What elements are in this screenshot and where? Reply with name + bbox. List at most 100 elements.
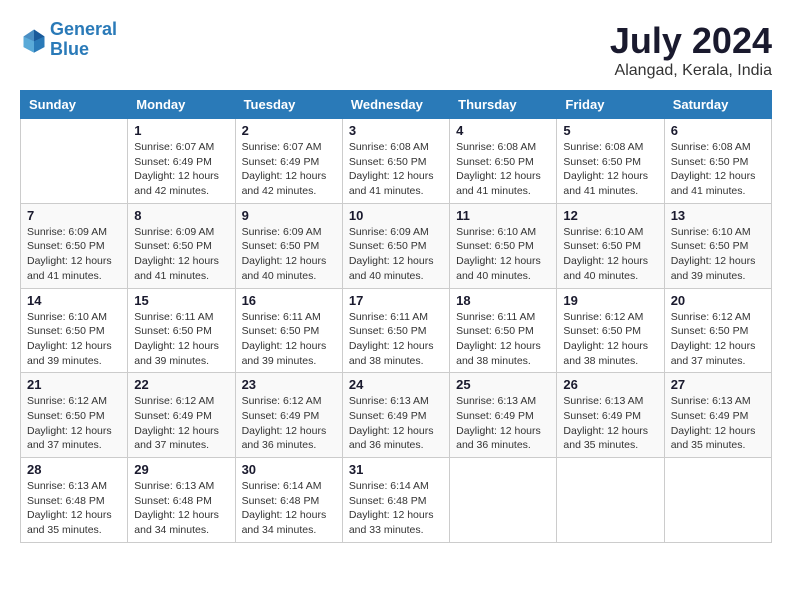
title-area: July 2024 Alangad, Kerala, India [610, 20, 772, 80]
day-header-wednesday: Wednesday [342, 91, 449, 119]
week-row-5: 28 Sunrise: 6:13 AMSunset: 6:48 PMDayligh… [21, 458, 772, 543]
week-row-3: 14Sunrise: 6:10 AMSunset: 6:50 PMDayligh… [21, 288, 772, 373]
day-number: 25 [456, 377, 550, 392]
day-number: 21 [27, 377, 121, 392]
day-number: 1 [134, 123, 228, 138]
cell-1-2: 1 Sunrise: 6:07 AMSunset: 6:49 PMDaylight… [128, 119, 235, 204]
day-header-monday: Monday [128, 91, 235, 119]
week-row-4: 21 Sunrise: 6:12 AMSunset: 6:50 PMDayligh… [21, 373, 772, 458]
day-number: 29 [134, 462, 228, 477]
cell-4-1: 21 Sunrise: 6:12 AMSunset: 6:50 PMDayligh… [21, 373, 128, 458]
cell-info: Sunrise: 6:13 AMSunset: 6:48 PMDaylight:… [134, 479, 228, 538]
calendar-table: SundayMondayTuesdayWednesdayThursdayFrid… [20, 90, 772, 543]
cell-info: Sunrise: 6:12 AMSunset: 6:50 PMDaylight:… [563, 310, 657, 369]
day-number: 22 [134, 377, 228, 392]
cell-info: Sunrise: 6:12 AMSunset: 6:50 PMDaylight:… [27, 394, 121, 453]
cell-info: Sunrise: 6:13 AMSunset: 6:49 PMDaylight:… [456, 394, 550, 453]
cell-1-5: 4 Sunrise: 6:08 AMSunset: 6:50 PMDaylight… [450, 119, 557, 204]
cell-2-1: 7Sunrise: 6:09 AMSunset: 6:50 PMDaylight… [21, 203, 128, 288]
cell-3-3: 16Sunrise: 6:11 AMSunset: 6:50 PMDayligh… [235, 288, 342, 373]
logo-general: General [50, 19, 117, 39]
cell-info: Sunrise: 6:10 AMSunset: 6:50 PMDaylight:… [563, 225, 657, 284]
cell-3-2: 15 Sunrise: 6:11 AMSunset: 6:50 PMDayligh… [128, 288, 235, 373]
cell-info: Sunrise: 6:08 AMSunset: 6:50 PMDaylight:… [563, 140, 657, 199]
day-number: 26 [563, 377, 657, 392]
cell-info: Sunrise: 6:09 AMSunset: 6:50 PMDaylight:… [27, 225, 121, 284]
calendar-body: 1 Sunrise: 6:07 AMSunset: 6:49 PMDaylight… [21, 119, 772, 543]
day-number: 3 [349, 123, 443, 138]
cell-info: Sunrise: 6:11 AMSunset: 6:50 PMDaylight:… [349, 310, 443, 369]
cell-info: Sunrise: 6:11 AMSunset: 6:50 PMDaylight:… [134, 310, 228, 369]
cell-info: Sunrise: 6:08 AMSunset: 6:50 PMDaylight:… [456, 140, 550, 199]
cell-info: Sunrise: 6:10 AMSunset: 6:50 PMDaylight:… [671, 225, 765, 284]
day-number: 8 [134, 208, 228, 223]
cell-2-5: 11 Sunrise: 6:10 AMSunset: 6:50 PMDayligh… [450, 203, 557, 288]
day-number: 6 [671, 123, 765, 138]
day-number: 11 [456, 208, 550, 223]
cell-info: Sunrise: 6:12 AMSunset: 6:49 PMDaylight:… [242, 394, 336, 453]
cell-3-5: 18 Sunrise: 6:11 AMSunset: 6:50 PMDayligh… [450, 288, 557, 373]
cell-info: Sunrise: 6:14 AMSunset: 6:48 PMDaylight:… [242, 479, 336, 538]
day-number: 30 [242, 462, 336, 477]
day-number: 23 [242, 377, 336, 392]
cell-info: Sunrise: 6:10 AMSunset: 6:50 PMDaylight:… [27, 310, 121, 369]
cell-2-7: 13 Sunrise: 6:10 AMSunset: 6:50 PMDayligh… [664, 203, 771, 288]
day-header-friday: Friday [557, 91, 664, 119]
cell-5-7 [664, 458, 771, 543]
cell-info: Sunrise: 6:13 AMSunset: 6:48 PMDaylight:… [27, 479, 121, 538]
cell-5-3: 30 Sunrise: 6:14 AMSunset: 6:48 PMDayligh… [235, 458, 342, 543]
cell-info: Sunrise: 6:09 AMSunset: 6:50 PMDaylight:… [349, 225, 443, 284]
day-number: 19 [563, 293, 657, 308]
day-header-saturday: Saturday [664, 91, 771, 119]
day-number: 17 [349, 293, 443, 308]
day-number: 4 [456, 123, 550, 138]
cell-5-2: 29 Sunrise: 6:13 AMSunset: 6:48 PMDayligh… [128, 458, 235, 543]
cell-info: Sunrise: 6:11 AMSunset: 6:50 PMDaylight:… [456, 310, 550, 369]
cell-info: Sunrise: 6:09 AMSunset: 6:50 PMDaylight:… [242, 225, 336, 284]
day-number: 5 [563, 123, 657, 138]
logo-icon [20, 26, 48, 54]
cell-4-5: 25 Sunrise: 6:13 AMSunset: 6:49 PMDayligh… [450, 373, 557, 458]
day-number: 16 [242, 293, 336, 308]
week-row-2: 7Sunrise: 6:09 AMSunset: 6:50 PMDaylight… [21, 203, 772, 288]
cell-info: Sunrise: 6:07 AMSunset: 6:49 PMDaylight:… [242, 140, 336, 199]
cell-1-1 [21, 119, 128, 204]
cell-1-3: 2 Sunrise: 6:07 AMSunset: 6:49 PMDaylight… [235, 119, 342, 204]
cell-info: Sunrise: 6:08 AMSunset: 6:50 PMDaylight:… [349, 140, 443, 199]
cell-4-4: 24Sunrise: 6:13 AMSunset: 6:49 PMDayligh… [342, 373, 449, 458]
cell-4-2: 22 Sunrise: 6:12 AMSunset: 6:49 PMDayligh… [128, 373, 235, 458]
page-header: General Blue July 2024 Alangad, Kerala, … [20, 20, 772, 80]
day-header-tuesday: Tuesday [235, 91, 342, 119]
cell-1-7: 6 Sunrise: 6:08 AMSunset: 6:50 PMDaylight… [664, 119, 771, 204]
cell-2-4: 10 Sunrise: 6:09 AMSunset: 6:50 PMDayligh… [342, 203, 449, 288]
day-number: 28 [27, 462, 121, 477]
day-number: 13 [671, 208, 765, 223]
logo-text: General Blue [50, 20, 117, 60]
cell-3-1: 14Sunrise: 6:10 AMSunset: 6:50 PMDayligh… [21, 288, 128, 373]
cell-5-5 [450, 458, 557, 543]
cell-info: Sunrise: 6:07 AMSunset: 6:49 PMDaylight:… [134, 140, 228, 199]
month-year: July 2024 [610, 20, 772, 62]
logo: General Blue [20, 20, 117, 60]
day-number: 18 [456, 293, 550, 308]
cell-2-3: 9 Sunrise: 6:09 AMSunset: 6:50 PMDaylight… [235, 203, 342, 288]
cell-4-7: 27Sunrise: 6:13 AMSunset: 6:49 PMDayligh… [664, 373, 771, 458]
cell-info: Sunrise: 6:13 AMSunset: 6:49 PMDaylight:… [671, 394, 765, 453]
day-number: 15 [134, 293, 228, 308]
day-number: 10 [349, 208, 443, 223]
day-number: 9 [242, 208, 336, 223]
week-row-1: 1 Sunrise: 6:07 AMSunset: 6:49 PMDaylight… [21, 119, 772, 204]
day-number: 2 [242, 123, 336, 138]
cell-info: Sunrise: 6:10 AMSunset: 6:50 PMDaylight:… [456, 225, 550, 284]
cell-info: Sunrise: 6:08 AMSunset: 6:50 PMDaylight:… [671, 140, 765, 199]
cell-3-6: 19 Sunrise: 6:12 AMSunset: 6:50 PMDayligh… [557, 288, 664, 373]
cell-1-6: 5 Sunrise: 6:08 AMSunset: 6:50 PMDaylight… [557, 119, 664, 204]
cell-info: Sunrise: 6:13 AMSunset: 6:49 PMDaylight:… [563, 394, 657, 453]
cell-info: Sunrise: 6:12 AMSunset: 6:49 PMDaylight:… [134, 394, 228, 453]
cell-2-6: 12Sunrise: 6:10 AMSunset: 6:50 PMDayligh… [557, 203, 664, 288]
cell-info: Sunrise: 6:13 AMSunset: 6:49 PMDaylight:… [349, 394, 443, 453]
cell-info: Sunrise: 6:12 AMSunset: 6:50 PMDaylight:… [671, 310, 765, 369]
cell-5-4: 31Sunrise: 6:14 AMSunset: 6:48 PMDayligh… [342, 458, 449, 543]
cell-3-4: 17 Sunrise: 6:11 AMSunset: 6:50 PMDayligh… [342, 288, 449, 373]
day-header-sunday: Sunday [21, 91, 128, 119]
